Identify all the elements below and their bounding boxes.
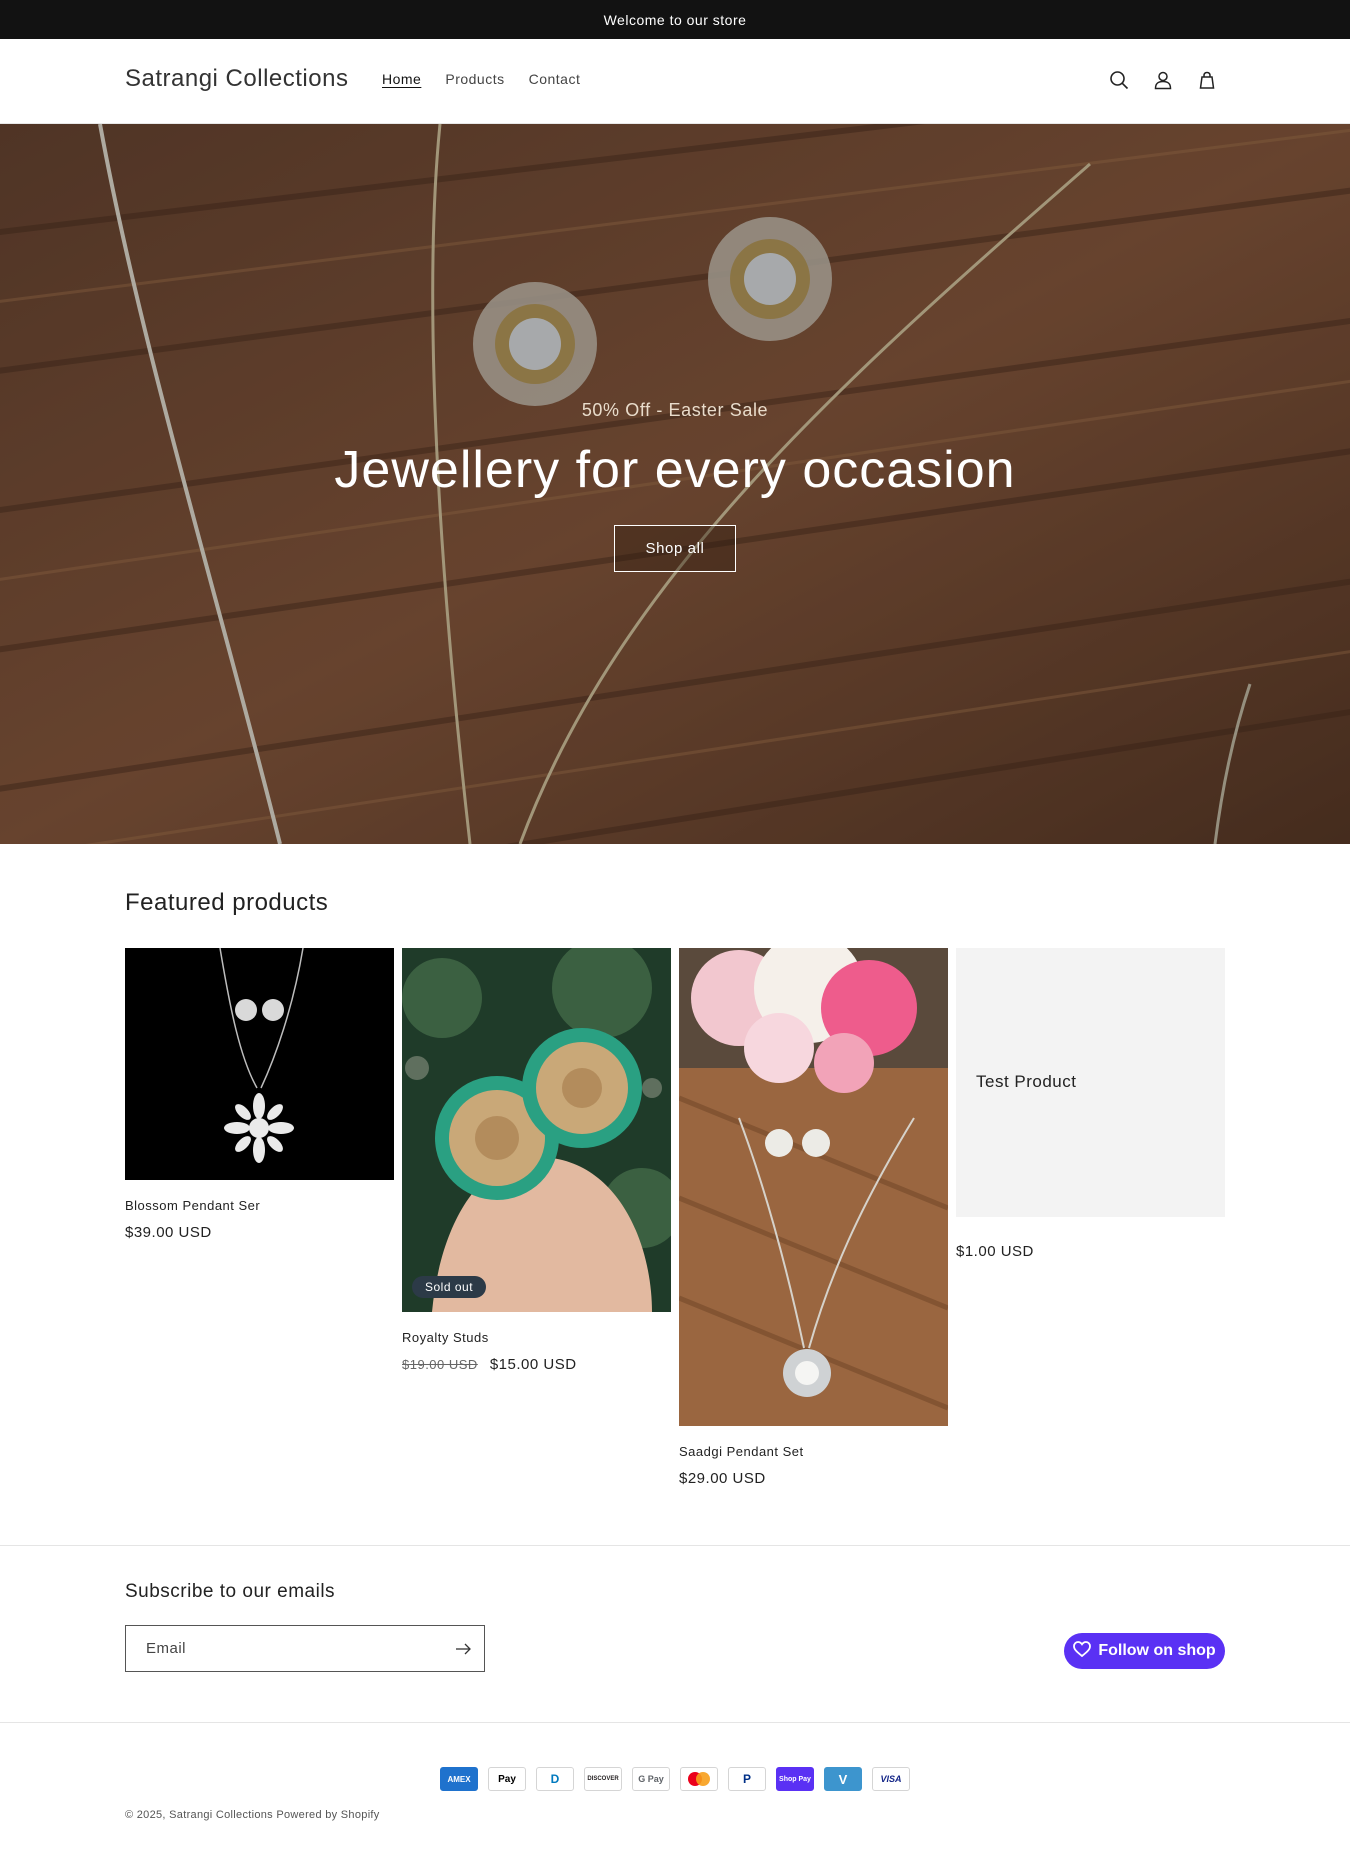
apple-pay-icon: Pay [488, 1767, 526, 1791]
product-title[interactable]: Test Product [976, 1072, 1077, 1092]
follow-label: Follow on shop [1098, 1642, 1216, 1659]
account-icon[interactable] [1150, 67, 1176, 93]
product-price: $19.00 USD $15.00 USD [402, 1356, 577, 1373]
nav-products[interactable]: Products [433, 67, 516, 91]
product-price: $1.00 USD [956, 1243, 1034, 1260]
product-card[interactable]: Test Product $1.00 USD [956, 948, 1225, 1268]
copyright: © 2025, Satrangi Collections Powered by … [125, 1809, 380, 1821]
featured-title: Featured products [125, 889, 329, 916]
follow-on-shop-button[interactable]: Follow on shop [1064, 1633, 1225, 1669]
diners-club-icon: D [536, 1767, 574, 1791]
product-price: $39.00 USD [125, 1224, 212, 1241]
discover-icon: DISCOVER [584, 1767, 622, 1791]
visa-icon: VISA [872, 1767, 910, 1791]
product-title[interactable]: Saadgi Pendant Set [679, 1444, 804, 1459]
product-image[interactable] [402, 948, 671, 1312]
product-image[interactable] [679, 948, 948, 1426]
google-pay-icon: G Pay [632, 1767, 670, 1791]
email-submit-arrow-icon[interactable] [454, 1639, 474, 1659]
copyright-store-link[interactable]: Satrangi Collections [169, 1809, 273, 1821]
product-title[interactable]: Royalty Studs [402, 1330, 489, 1345]
product-old-price: $19.00 USD [402, 1357, 478, 1372]
product-card[interactable]: Sold out Royalty Studs $19.00 USD $15.00 … [402, 948, 671, 1378]
hero-banner: 50% Off - Easter Sale Jewellery for ever… [0, 124, 1350, 844]
nav-home[interactable]: Home [370, 67, 433, 91]
product-title[interactable]: Blossom Pendant Ser [125, 1198, 260, 1213]
search-icon[interactable] [1106, 67, 1132, 93]
announcement-text: Welcome to our store [603, 11, 747, 28]
nav-contact[interactable]: Contact [517, 67, 593, 91]
store-logo[interactable]: Satrangi Collections [125, 65, 348, 93]
venmo-icon: V [824, 1767, 862, 1791]
shop-all-button[interactable]: Shop all [614, 525, 736, 572]
heart-icon [1073, 1640, 1092, 1662]
email-form [125, 1625, 485, 1672]
product-sale-price: $15.00 USD [489, 1356, 577, 1373]
shop-pay-icon: Shop Pay [776, 1767, 814, 1791]
email-input[interactable] [126, 1626, 436, 1671]
hero-subtitle: 50% Off - Easter Sale [581, 400, 769, 420]
mastercard-icon [680, 1767, 718, 1791]
sold-out-badge: Sold out [412, 1276, 487, 1298]
amex-icon: AMEX [440, 1767, 478, 1791]
paypal-icon: P [728, 1767, 766, 1791]
section-divider [0, 1545, 1350, 1546]
product-price: $29.00 USD [679, 1470, 766, 1487]
powered-by-shopify-link[interactable]: Powered by Shopify [273, 1809, 380, 1821]
footer-divider [0, 1722, 1350, 1723]
product-card[interactable]: Blossom Pendant Ser $39.00 USD [125, 948, 394, 1258]
site-header: Satrangi Collections Home Products Conta… [0, 39, 1350, 124]
payment-icons: AMEX Pay D DISCOVER G Pay P Shop Pay V V… [440, 1767, 910, 1791]
newsletter-title: Subscribe to our emails [125, 1581, 336, 1602]
announcement-bar: Welcome to our store [0, 0, 1350, 39]
product-image[interactable] [125, 948, 394, 1180]
main-nav: Home Products Contact [370, 67, 592, 91]
hero-title: Jewellery for every occasion [334, 441, 1016, 499]
cart-icon[interactable] [1194, 67, 1220, 93]
product-card[interactable]: Saadgi Pendant Set $29.00 USD [679, 948, 948, 1493]
